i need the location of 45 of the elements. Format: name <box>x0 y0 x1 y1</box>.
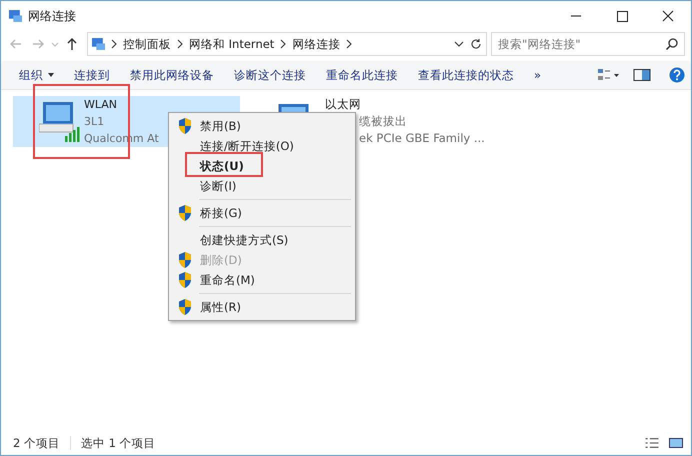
connection-status: 缆被拔出 <box>358 113 408 130</box>
menu-item[interactable]: 状态(U) <box>171 156 353 176</box>
network-folder-icon <box>9 10 22 22</box>
view-options-icon[interactable] <box>595 67 621 83</box>
connection-name: 以太网 <box>325 96 362 113</box>
toolbar-button[interactable]: 连接到 <box>64 64 120 86</box>
shield-icon <box>179 299 191 315</box>
connection-name: WLAN <box>84 97 118 113</box>
menu-item[interactable]: 属性(R) <box>171 297 353 317</box>
more-button[interactable]: » <box>524 64 552 86</box>
large-icons-view-icon[interactable] <box>669 438 683 448</box>
menu-item[interactable]: 重命名(M) <box>171 270 353 290</box>
chevron-icon[interactable] <box>279 38 288 50</box>
menu-item[interactable]: 桥接(G) <box>171 203 353 223</box>
chevron-icon[interactable] <box>345 38 354 50</box>
refresh-icon[interactable] <box>470 38 482 50</box>
shield-icon <box>179 252 191 268</box>
shield-icon <box>179 272 191 288</box>
breadcrumb[interactable]: 网络和 Internet <box>189 36 274 52</box>
details-view-icon[interactable] <box>645 438 659 448</box>
menu-item[interactable]: 创建快捷方式(S) <box>171 230 353 250</box>
item-count: 2 个项目 <box>13 436 60 450</box>
selection-count: 选中 1 个项目 <box>80 436 156 450</box>
toolbar-button[interactable]: 组织 <box>9 64 64 86</box>
menu-item[interactable]: 诊断(I) <box>171 176 353 196</box>
toolbar-button[interactable]: 重命名此连接 <box>316 64 408 86</box>
search-field[interactable]: 搜索"网络连接" <box>491 32 685 56</box>
toolbar-button[interactable]: 查看此连接的状态 <box>408 64 524 86</box>
chevron-icon[interactable] <box>110 38 118 50</box>
breadcrumb[interactable]: 控制面板 <box>123 36 171 52</box>
search-icon <box>665 37 679 51</box>
help-icon[interactable] <box>669 67 685 83</box>
toolbar-button[interactable]: 诊断这个连接 <box>224 64 316 86</box>
shield-icon <box>179 205 191 221</box>
chevron-icon[interactable] <box>176 38 184 50</box>
network-folder-icon <box>92 38 105 50</box>
shield-icon <box>179 118 191 134</box>
caret-icon <box>48 73 54 77</box>
toolbar-button[interactable]: 禁用此网络设备 <box>120 64 224 86</box>
address-field[interactable]: 控制面板 网络和 Internet 网络连接 <box>87 32 487 56</box>
breadcrumb[interactable]: 网络连接 <box>292 36 340 52</box>
adapter-name: ek PCIe GBE Family ... <box>358 130 485 147</box>
connection-status: 3L1 <box>84 114 106 130</box>
window-title: 网络连接 <box>28 8 76 24</box>
computer-icon <box>39 102 80 142</box>
